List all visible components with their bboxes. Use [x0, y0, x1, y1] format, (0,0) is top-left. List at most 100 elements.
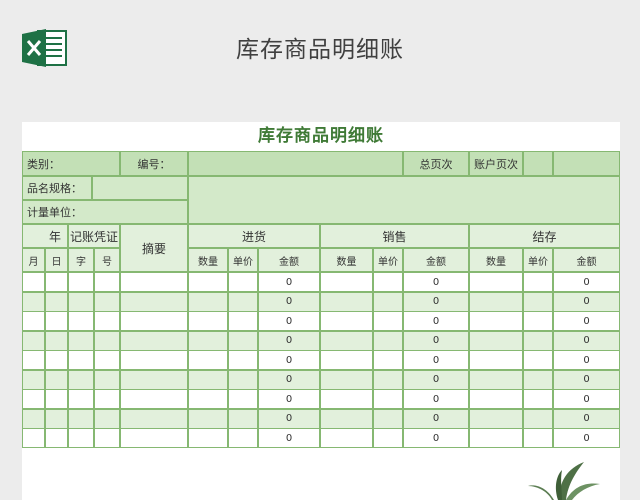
number-cell[interactable]: [94, 330, 120, 351]
purchase-unit-price-cell[interactable]: [228, 350, 258, 370]
sales-unit-price-cell[interactable]: [373, 369, 403, 390]
month-cell[interactable]: [22, 272, 45, 292]
sales-unit-price-cell[interactable]: [373, 311, 403, 331]
sales-amount-cell[interactable]: 0: [403, 428, 469, 448]
sales-amount-cell[interactable]: 0: [403, 330, 469, 351]
balance-amount-cell[interactable]: 0: [553, 408, 620, 429]
number-cell[interactable]: [94, 291, 120, 312]
purchase-quantity-cell[interactable]: [188, 369, 228, 390]
purchase-quantity-cell[interactable]: [188, 330, 228, 351]
purchase-amount-cell[interactable]: 0: [258, 311, 320, 331]
number-cell[interactable]: [94, 350, 120, 370]
purchase-unit-price-cell[interactable]: [228, 291, 258, 312]
purchase-quantity-cell[interactable]: [188, 311, 228, 331]
month-cell[interactable]: [22, 428, 45, 448]
sales-unit-price-cell[interactable]: [373, 408, 403, 429]
day-cell[interactable]: [45, 291, 68, 312]
balance-quantity-cell[interactable]: [469, 350, 523, 370]
day-cell[interactable]: [45, 350, 68, 370]
code-value-cell[interactable]: [188, 151, 403, 176]
day-cell[interactable]: [45, 311, 68, 331]
balance-unit-price-cell[interactable]: [523, 350, 553, 370]
purchase-unit-price-cell[interactable]: [228, 369, 258, 390]
sales-unit-price-cell[interactable]: [373, 330, 403, 351]
balance-amount-cell[interactable]: 0: [553, 389, 620, 409]
day-cell[interactable]: [45, 330, 68, 351]
purchase-quantity-cell[interactable]: [188, 389, 228, 409]
sales-unit-price-cell[interactable]: [373, 272, 403, 292]
purchase-amount-cell[interactable]: 0: [258, 291, 320, 312]
number-cell[interactable]: [94, 369, 120, 390]
sales-unit-price-cell[interactable]: [373, 428, 403, 448]
balance-unit-price-cell[interactable]: [523, 389, 553, 409]
sales-quantity-cell[interactable]: [320, 311, 373, 331]
purchase-unit-price-cell[interactable]: [228, 389, 258, 409]
account-page-value-cell[interactable]: [523, 151, 553, 176]
month-cell[interactable]: [22, 350, 45, 370]
sales-unit-price-cell[interactable]: [373, 350, 403, 370]
balance-quantity-cell[interactable]: [469, 428, 523, 448]
balance-amount-cell[interactable]: 0: [553, 350, 620, 370]
summary-cell[interactable]: [120, 272, 188, 292]
word-cell[interactable]: [68, 330, 94, 351]
balance-amount-cell[interactable]: 0: [553, 311, 620, 331]
purchase-amount-cell[interactable]: 0: [258, 272, 320, 292]
sales-quantity-cell[interactable]: [320, 272, 373, 292]
number-cell[interactable]: [94, 389, 120, 409]
balance-quantity-cell[interactable]: [469, 291, 523, 312]
purchase-amount-cell[interactable]: 0: [258, 330, 320, 351]
word-cell[interactable]: [68, 311, 94, 331]
month-cell[interactable]: [22, 389, 45, 409]
balance-amount-cell[interactable]: 0: [553, 330, 620, 351]
sales-amount-cell[interactable]: 0: [403, 369, 469, 390]
sales-amount-cell[interactable]: 0: [403, 311, 469, 331]
word-cell[interactable]: [68, 408, 94, 429]
sales-quantity-cell[interactable]: [320, 369, 373, 390]
purchase-amount-cell[interactable]: 0: [258, 408, 320, 429]
balance-quantity-cell[interactable]: [469, 311, 523, 331]
purchase-quantity-cell[interactable]: [188, 272, 228, 292]
balance-unit-price-cell[interactable]: [523, 369, 553, 390]
number-cell[interactable]: [94, 311, 120, 331]
summary-cell[interactable]: [120, 408, 188, 429]
purchase-unit-price-cell[interactable]: [228, 330, 258, 351]
word-cell[interactable]: [68, 389, 94, 409]
summary-cell[interactable]: [120, 291, 188, 312]
balance-unit-price-cell[interactable]: [523, 408, 553, 429]
purchase-amount-cell[interactable]: 0: [258, 350, 320, 370]
balance-amount-cell[interactable]: 0: [553, 428, 620, 448]
day-cell[interactable]: [45, 389, 68, 409]
purchase-unit-price-cell[interactable]: [228, 428, 258, 448]
purchase-amount-cell[interactable]: 0: [258, 389, 320, 409]
balance-quantity-cell[interactable]: [469, 389, 523, 409]
sales-amount-cell[interactable]: 0: [403, 389, 469, 409]
sales-quantity-cell[interactable]: [320, 291, 373, 312]
balance-quantity-cell[interactable]: [469, 369, 523, 390]
balance-amount-cell[interactable]: 0: [553, 369, 620, 390]
sales-amount-cell[interactable]: 0: [403, 350, 469, 370]
purchase-amount-cell[interactable]: 0: [258, 428, 320, 448]
purchase-quantity-cell[interactable]: [188, 350, 228, 370]
balance-unit-price-cell[interactable]: [523, 272, 553, 292]
sales-amount-cell[interactable]: 0: [403, 291, 469, 312]
spec-value-cell[interactable]: [92, 176, 188, 200]
day-cell[interactable]: [45, 408, 68, 429]
balance-unit-price-cell[interactable]: [523, 291, 553, 312]
sales-quantity-cell[interactable]: [320, 408, 373, 429]
summary-cell[interactable]: [120, 311, 188, 331]
summary-cell[interactable]: [120, 330, 188, 351]
purchase-unit-price-cell[interactable]: [228, 311, 258, 331]
number-cell[interactable]: [94, 408, 120, 429]
blank-cell[interactable]: [553, 151, 620, 176]
sales-unit-price-cell[interactable]: [373, 389, 403, 409]
summary-cell[interactable]: [120, 369, 188, 390]
sales-unit-price-cell[interactable]: [373, 291, 403, 312]
balance-quantity-cell[interactable]: [469, 330, 523, 351]
summary-cell[interactable]: [120, 350, 188, 370]
day-cell[interactable]: [45, 369, 68, 390]
month-cell[interactable]: [22, 311, 45, 331]
purchase-quantity-cell[interactable]: [188, 291, 228, 312]
sales-amount-cell[interactable]: 0: [403, 408, 469, 429]
purchase-quantity-cell[interactable]: [188, 408, 228, 429]
number-cell[interactable]: [94, 428, 120, 448]
